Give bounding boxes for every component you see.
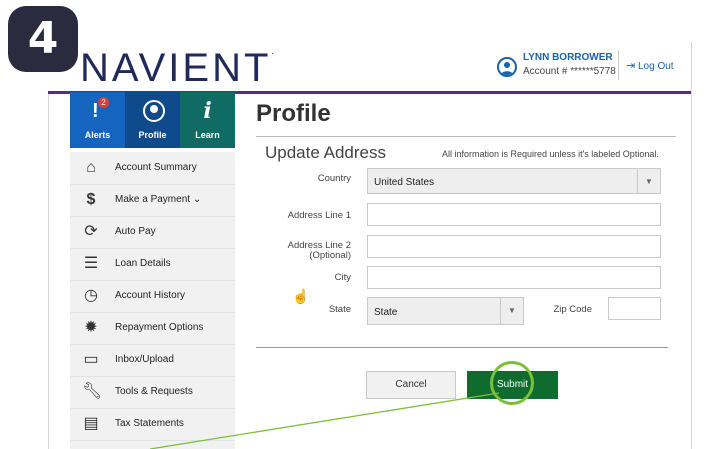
sidebar-item-make-a-payment[interactable]: $ Make a Payment ⌄ xyxy=(70,184,235,217)
profile-icon xyxy=(143,100,165,122)
account-number: Account # ******5778 xyxy=(523,66,616,77)
sidebar-item-account-summary[interactable]: ⌂ Account Summary xyxy=(70,152,235,185)
section-title: Update Address xyxy=(265,143,386,162)
city-input[interactable] xyxy=(367,266,661,289)
top-nav: ! 2 Alerts Profile i Learn xyxy=(70,92,235,148)
page-title: Profile xyxy=(256,100,331,127)
country-select[interactable]: United States ▼ xyxy=(367,168,661,194)
sidebar-item-label: Make a Payment ⌄ xyxy=(115,194,202,205)
sidebar-item-tools-requests[interactable]: 🔧︎ Tools & Requests xyxy=(70,376,235,409)
autopay-icon: ⟳ xyxy=(84,223,98,240)
tab-learn[interactable]: i Learn xyxy=(180,92,235,148)
sidebar-item-label: Tax Statements xyxy=(115,418,184,429)
title-divider xyxy=(256,136,676,137)
address1-label: Address Line 1 xyxy=(287,210,351,221)
list-icon: ☰ xyxy=(83,255,99,272)
tab-profile[interactable]: Profile xyxy=(125,92,180,148)
clock-icon: ◷ xyxy=(84,287,98,304)
alerts-count-badge: 2 xyxy=(98,97,109,108)
zip-label: Zip Code xyxy=(553,304,592,315)
sidebar-item-loan-details[interactable]: ☰ Loan Details xyxy=(70,248,235,281)
sidebar-item-label: Inbox/Upload xyxy=(115,354,174,365)
user-name: LYNN BORROWER xyxy=(523,52,613,63)
sidebar-item-account-history[interactable]: ◷ Account History xyxy=(70,280,235,313)
logout-label: Log Out xyxy=(638,61,674,72)
hand-cursor-icon: ☝ xyxy=(292,288,310,304)
sidebar-item-auto-pay[interactable]: ⟳ Auto Pay xyxy=(70,216,235,249)
sidebar-item-label: Tools & Requests xyxy=(115,386,193,397)
document-icon: ▤ xyxy=(83,415,99,432)
sidebar-item-label: Repayment Options xyxy=(115,322,204,333)
tab-alerts[interactable]: ! 2 Alerts xyxy=(70,92,125,148)
zip-input[interactable] xyxy=(608,297,661,320)
address2-optional-label: (Optional) xyxy=(309,250,351,261)
gear-icon: ✹ xyxy=(84,319,98,336)
wrench-icon: 🔧︎ xyxy=(82,383,103,400)
address1-input[interactable] xyxy=(367,203,661,226)
state-label: State xyxy=(328,304,351,315)
dollar-icon: $ xyxy=(86,191,96,208)
logout-link[interactable]: ⇥ Log Out xyxy=(626,59,674,72)
city-label: City xyxy=(334,272,351,283)
info-icon: i xyxy=(203,98,212,124)
sidebar-item-label: Loan Details xyxy=(115,258,171,269)
sidebar-item-label: Auto Pay xyxy=(115,226,156,237)
sidebar-item-inbox-upload[interactable]: ▭ Inbox/Upload xyxy=(70,344,235,377)
tab-learn-label: Learn xyxy=(195,130,220,140)
tab-alerts-label: Alerts xyxy=(84,130,111,140)
home-icon: ⌂ xyxy=(86,159,96,176)
chevron-down-icon: ▼ xyxy=(637,169,660,193)
country-value: United States xyxy=(374,177,435,188)
sidebar-item-tax-statements[interactable]: ▤ Tax Statements xyxy=(70,408,235,441)
logo-text: NAVIENT xyxy=(80,46,272,90)
country-label: Country xyxy=(317,173,351,184)
step-badge: 4 xyxy=(8,6,78,72)
sidebar-item-label: Account Summary xyxy=(115,162,197,173)
navient-logo[interactable]: NAVIENT. xyxy=(80,46,274,91)
logout-icon: ⇥ xyxy=(626,60,636,72)
form-divider xyxy=(256,347,668,348)
sidebar-item-repayment-options[interactable]: ✹ Repayment Options xyxy=(70,312,235,345)
required-note: All information is Required unless it's … xyxy=(442,149,659,159)
user-avatar-icon xyxy=(497,57,517,77)
address2-input[interactable] xyxy=(367,235,661,258)
tab-profile-label: Profile xyxy=(138,130,167,140)
sidebar-item-label: Account History xyxy=(115,290,186,301)
highlight-ring-annotation xyxy=(490,361,534,405)
state-value: State xyxy=(374,307,398,318)
inbox-icon: ▭ xyxy=(83,351,99,368)
cancel-button[interactable]: Cancel xyxy=(366,371,456,399)
header-divider xyxy=(618,50,619,80)
logo-tm: . xyxy=(271,46,274,56)
sidebar: ⌂ Account Summary $ Make a Payment ⌄ ⟳ A… xyxy=(70,152,235,449)
